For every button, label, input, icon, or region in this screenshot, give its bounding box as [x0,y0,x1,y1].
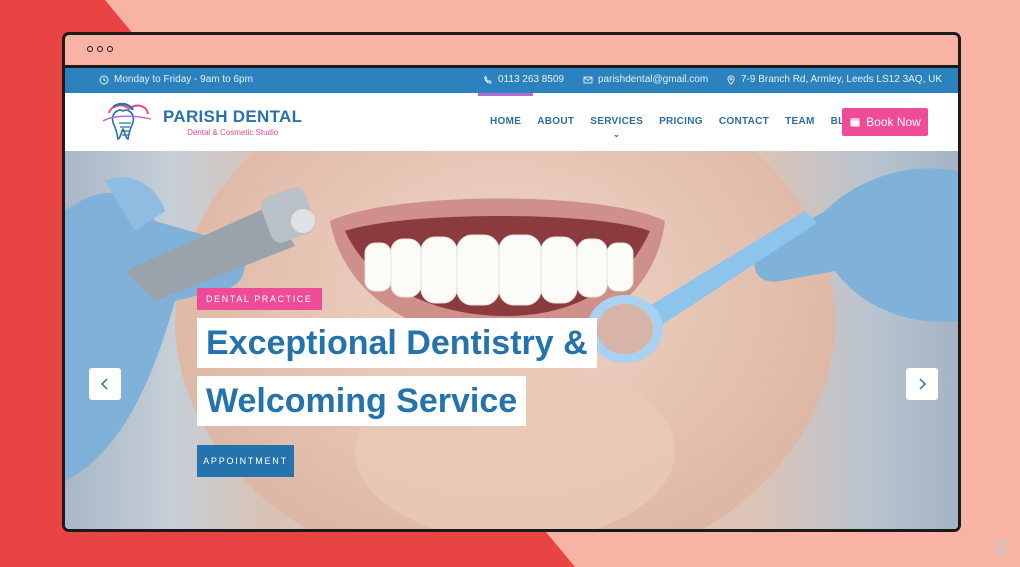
slide-page-number: 2 [994,535,1008,559]
nav-item-pricing[interactable]: PRICING [651,93,711,151]
primary-nav: HOME ABOUT SERVICES ⌄ PRICING CONTACT TEA… [477,93,876,151]
browser-title-bar [65,35,958,68]
appointment-button[interactable]: APPOINTMENT [197,445,294,477]
chevron-right-icon [919,378,927,390]
browser-window: Monday to Friday - 9am to 6pm 0113 263 8… [62,32,961,532]
address-text: 7-9 Branch Rd, Armley, Leeds LS12 3AQ, U… [741,74,943,85]
window-controls [87,46,113,52]
location-pin-icon [727,74,735,85]
nav-item-team[interactable]: TEAM [777,93,823,151]
hero-headline-line-2: Welcoming Service [197,376,527,426]
chevron-left-icon [100,378,108,390]
nav-item-contact[interactable]: CONTACT [711,93,777,151]
website-viewport: Monday to Friday - 9am to 6pm 0113 263 8… [65,68,958,529]
hero-headline-line-1: Exceptional Dentistry & [197,318,597,368]
email-text: parishdental@gmail.com [598,74,709,85]
chevron-down-icon: ⌄ [613,130,621,139]
nav-label: ABOUT [537,116,575,127]
slider-prev-button[interactable] [89,368,121,400]
clock-icon [99,74,109,85]
nav-label: SERVICES [590,116,644,127]
book-now-label: Book Now [866,115,921,129]
main-navbar: PARISH DENTAL Dental & Cosmetic Studio H… [65,93,958,151]
top-info-bar: Monday to Friday - 9am to 6pm 0113 263 8… [65,68,958,93]
brand-name: PARISH DENTAL [163,107,303,126]
phone-contact[interactable]: 0113 263 8509 [483,74,564,85]
nav-label: PRICING [659,116,703,127]
calendar-icon [850,118,860,127]
phone-text: 0113 263 8509 [498,74,564,85]
phone-icon [484,74,492,84]
brand-tagline: Dental & Cosmetic Studio [187,128,279,137]
brand-logo[interactable]: PARISH DENTAL Dental & Cosmetic Studio [99,99,302,145]
nav-item-about[interactable]: ABOUT [529,93,582,151]
slider-next-button[interactable] [906,368,938,400]
tooth-implant-logo-icon [102,102,152,140]
window-dot-icon[interactable] [97,46,103,52]
hero-slider: DENTAL PRACTICE Exceptional Dentistry & … [65,151,958,529]
window-dot-icon[interactable] [107,46,113,52]
nav-label: TEAM [785,116,815,127]
book-now-button[interactable]: Book Now [842,108,928,136]
nav-label: HOME [490,116,522,127]
brand-text: PARISH DENTAL Dental & Cosmetic Studio [163,107,302,137]
opening-hours-text: Monday to Friday - 9am to 6pm [114,74,253,85]
email-contact[interactable]: parishdental@gmail.com [583,74,708,85]
nav-label: CONTACT [718,116,770,127]
opening-hours: Monday to Friday - 9am to 6pm [99,74,253,85]
window-dot-icon[interactable] [87,46,93,52]
hero-tag: DENTAL PRACTICE [197,288,322,310]
nav-item-home[interactable]: HOME [477,93,534,151]
address-contact[interactable]: 7-9 Branch Rd, Armley, Leeds LS12 3AQ, U… [726,74,942,85]
mail-icon [583,76,593,83]
nav-item-services[interactable]: SERVICES ⌄ [582,93,651,151]
